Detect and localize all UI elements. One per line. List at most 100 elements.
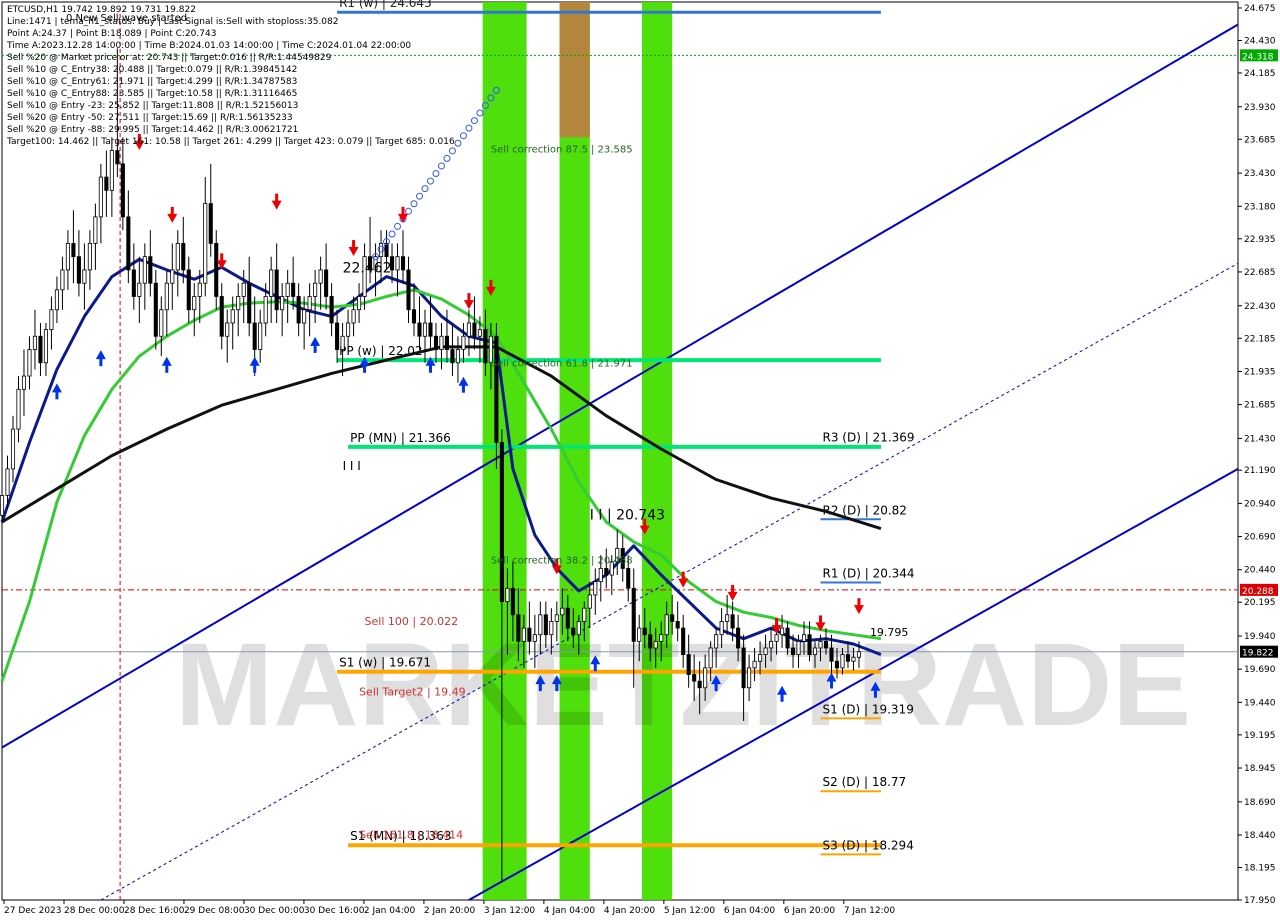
sell-arrow-shaft: [681, 571, 685, 580]
candle-body: [642, 627, 647, 636]
chart-annotation: Sell 161.8 | 18.414: [359, 828, 463, 841]
candle-body: [818, 640, 823, 649]
chart-annotation: Sell correction 61.8 | 21.971: [491, 359, 633, 370]
candle-body: [82, 269, 87, 284]
y-tick-label: 24.185: [1244, 69, 1276, 79]
candle-body: [285, 282, 290, 297]
candle-body: [38, 335, 43, 364]
candle-body: [549, 621, 554, 636]
candle-body: [527, 627, 532, 642]
candle-body: [554, 614, 559, 622]
candle-body: [785, 627, 790, 649]
candle-body: [747, 667, 752, 689]
candle-body: [829, 647, 834, 662]
buy-arrow-shaft: [593, 663, 597, 672]
candle-body: [351, 309, 356, 324]
info-line-entry-23: Sell %10 @ Entry -23: 25.852 || Target:1…: [7, 101, 299, 111]
candle-body: [65, 243, 70, 271]
candle-body: [225, 322, 230, 337]
info-line-targets: Target100: 14.462 || Target 161: 10.58 |…: [7, 137, 455, 147]
candle-body: [686, 654, 691, 675]
candle-body: [604, 567, 609, 576]
candle-body: [494, 335, 499, 443]
candle-body: [812, 647, 818, 656]
candle-body: [120, 163, 125, 218]
y-tick-label: 22.430: [1244, 302, 1276, 312]
candle-body: [197, 282, 202, 297]
candle-body: [752, 660, 757, 669]
pivot-level-label: PP (MN) | 21.366: [350, 431, 451, 445]
candle-body: [400, 256, 406, 271]
candle-body: [5, 468, 10, 496]
candle-body: [433, 335, 439, 350]
candle-body: [76, 256, 81, 284]
candle-body: [115, 150, 120, 165]
y-tick-label: 24.675: [1244, 4, 1276, 14]
y-tick-label: 23.430: [1244, 169, 1276, 179]
candle-body: [697, 680, 702, 689]
info-line-times: Time A:2023.12.28 14:00:00 | Time B:2024…: [7, 41, 412, 51]
y-tick-label: 22.935: [1244, 235, 1276, 245]
candle-body: [499, 441, 504, 602]
candle-body: [428, 322, 433, 337]
candle-body: [340, 335, 345, 350]
candle-body: [719, 621, 724, 636]
candle-body: [148, 256, 153, 284]
x-tick-label: 28 Dec 00:00: [64, 906, 125, 916]
y-tick-label: 21.935: [1244, 367, 1276, 377]
y-tick-label: 21.430: [1244, 434, 1276, 444]
y-tick-label: 19.690: [1244, 665, 1276, 675]
candle-body: [664, 614, 669, 636]
candle-body: [296, 296, 301, 324]
candle-body: [790, 647, 796, 656]
candle-body: [175, 243, 180, 271]
candle-body: [444, 335, 450, 350]
buy-arrow-shaft: [428, 364, 432, 373]
candle-body: [346, 322, 351, 337]
y-tick-label: 19.195: [1244, 731, 1276, 741]
x-tick-label: 28 Dec 16:00: [124, 906, 185, 916]
y-tick-label: 24.430: [1244, 36, 1276, 46]
pivot-level-label: S2 (D) | 18.77: [823, 775, 907, 789]
candle-body: [406, 269, 411, 311]
candle-body: [472, 322, 477, 337]
x-tick-label: 6 Jan 20:00: [784, 906, 836, 916]
x-tick-label: 3 Jan 12:00: [484, 906, 536, 916]
candle-body: [725, 614, 730, 622]
buy-arrow-shaft: [538, 683, 542, 692]
candle-body: [560, 607, 565, 616]
candle-body: [313, 282, 318, 297]
y-tick-label: 18.690: [1244, 798, 1276, 808]
x-tick-label: 4 Jan 04:00: [544, 906, 596, 916]
candle-body: [670, 614, 675, 622]
pivot-level-label: R3 (D) | 21.369: [823, 430, 915, 444]
candle-body: [230, 309, 235, 324]
buy-arrow-shaft: [99, 358, 103, 367]
candle-body: [32, 335, 38, 350]
candle-body: [483, 329, 488, 364]
pivot-level-label: R1 (D) | 20.344: [823, 566, 915, 580]
candle-body: [834, 660, 840, 669]
candle-body: [43, 329, 48, 364]
time-band: [559, 2, 590, 138]
candle-body: [796, 640, 801, 656]
y-tick-label: 23.930: [1244, 103, 1276, 113]
candle-body: [571, 627, 576, 636]
candle-body: [521, 627, 526, 642]
sell-arrow-shaft: [467, 293, 471, 302]
sell-arrow-shaft: [170, 206, 174, 215]
y-tick-label: 20.940: [1244, 499, 1276, 509]
candle-body: [455, 349, 460, 364]
candle-body: [769, 640, 774, 649]
sell-arrow-shaft: [401, 206, 405, 215]
candle-body: [439, 335, 444, 350]
candle-body: [582, 607, 587, 622]
price-tag-label: 20.288: [1242, 587, 1274, 597]
sell-arrow-shaft: [352, 240, 356, 249]
buy-arrow-shaft: [461, 384, 465, 393]
candle-body: [192, 296, 197, 311]
candle-body: [543, 614, 548, 636]
candle-body: [505, 587, 510, 602]
candle-body: [736, 627, 741, 649]
y-tick-label: 18.195: [1244, 864, 1276, 874]
